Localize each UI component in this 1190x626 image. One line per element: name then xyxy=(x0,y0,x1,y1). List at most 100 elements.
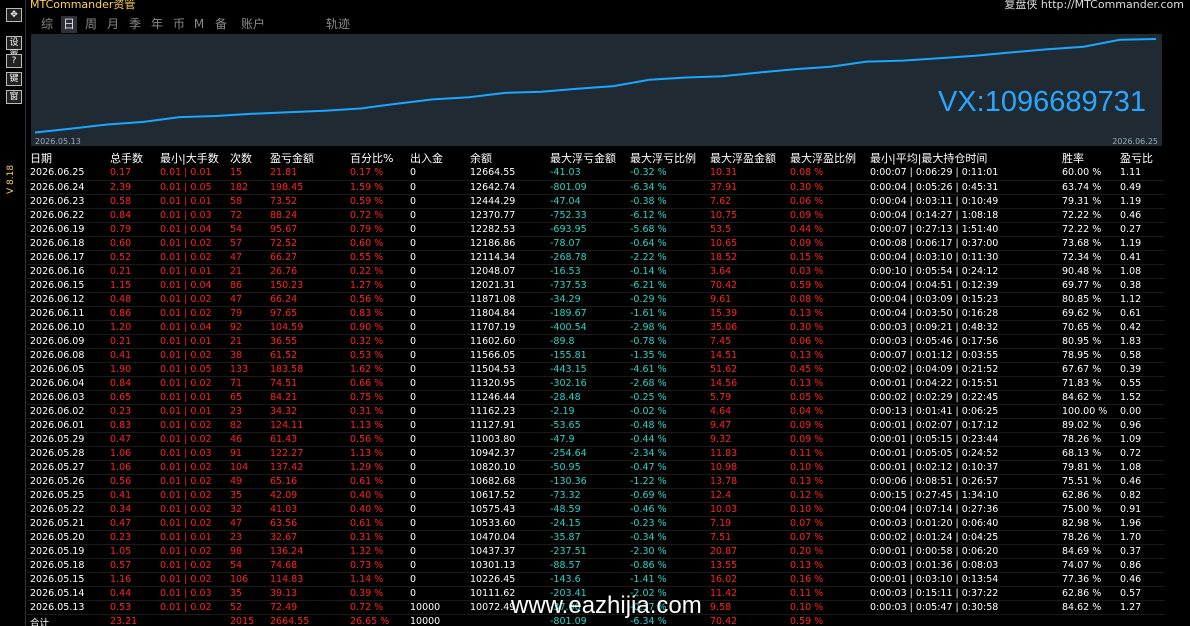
cell-0: 2026.06.24 xyxy=(27,180,107,195)
cell-13: 62.86 % xyxy=(1059,488,1117,503)
cell-4: 74.51 xyxy=(267,376,347,391)
cell-13: 80.95 % xyxy=(1059,334,1117,349)
tab-5[interactable]: 年 xyxy=(149,16,165,33)
cell-14: 1.12 xyxy=(1117,292,1165,307)
cell-9: -0.02 % xyxy=(627,404,707,419)
cell-8: -48.59 xyxy=(547,502,627,517)
cell-5: 1.59 % xyxy=(347,180,407,195)
table-row[interactable]: 2026.05.21 0.47 0.01 | 0.02 47 63.56 0.61 % 0 1… xyxy=(27,516,1165,531)
table-row[interactable]: 2026.06.17 0.52 0.01 | 0.02 47 66.27 0.55 % 0 1… xyxy=(27,250,1165,265)
cell-5: 0.73 % xyxy=(347,558,407,573)
table-row[interactable]: 2026.05.26 0.56 0.01 | 0.02 49 65.16 0.61 % 0 1… xyxy=(27,474,1165,489)
cell-4: 41.03 xyxy=(267,502,347,517)
title-bar: MTCommander资管 复盘侠 http://MTCommander.com xyxy=(27,0,1190,12)
table-row[interactable]: 2026.06.02 0.23 0.01 | 0.01 23 34.32 0.31 % 0 1… xyxy=(27,404,1165,419)
tab-2[interactable]: 周 xyxy=(83,16,99,33)
tab-9[interactable]: 账户 xyxy=(239,16,267,33)
cell-6: 10000 xyxy=(407,600,467,615)
cell-13: 74.07 % xyxy=(1059,558,1117,573)
cell-7: 11871.08 xyxy=(467,292,547,307)
table-row[interactable]: 2026.06.16 0.21 0.01 | 0.01 21 26.76 0.22 % 0 1… xyxy=(27,264,1165,279)
cell-2: 0.01 | 0.02 xyxy=(157,348,227,363)
keyboard-icon[interactable]: 键 xyxy=(6,72,22,86)
move-icon[interactable]: ✥ xyxy=(6,8,22,22)
table-row[interactable]: 2026.05.19 1.05 0.01 | 0.02 98 136.24 1.32 % 0… xyxy=(27,544,1165,559)
cell-14: 0.55 xyxy=(1117,376,1165,391)
cell-0: 2026.05.18 xyxy=(27,558,107,573)
cell-7: 12282.53 xyxy=(467,222,547,237)
cell-10: 9.58 xyxy=(707,600,787,615)
cell-6: 0 xyxy=(407,348,467,363)
cell-5: 0.40 % xyxy=(347,488,407,503)
table-row[interactable]: 2026.06.05 1.90 0.01 | 0.05 133 183.58 1.62 %… xyxy=(27,362,1165,377)
table-row[interactable]: 2026.06.15 1.15 0.01 | 0.04 86 150.23 1.27 % 0… xyxy=(27,278,1165,293)
cell-1: 1.06 xyxy=(107,446,157,461)
cell-12: 0:00:07 | 0:01:12 | 0:03:55 xyxy=(867,348,1059,363)
cell-0: 2026.06.16 xyxy=(27,264,107,279)
cell-12: 0:00:04 | 0:07:14 | 0:27:36 xyxy=(867,502,1059,517)
cell-14: 0.96 xyxy=(1117,418,1165,433)
cell-5: 0.66 % xyxy=(347,376,407,391)
table-row[interactable]: 2026.05.18 0.57 0.01 | 0.02 54 74.68 0.73 % 0 1… xyxy=(27,558,1165,573)
table-row[interactable]: 2026.06.09 0.21 0.01 | 0.01 21 36.55 0.32 % 0 1… xyxy=(27,334,1165,349)
table-row[interactable]: 2026.05.25 0.41 0.01 | 0.02 35 42.09 0.40 % 0 1… xyxy=(27,488,1165,503)
table-row[interactable]: 2026.05.15 1.16 0.01 | 0.02 106 114.83 1.14 %… xyxy=(27,572,1165,587)
tab-1[interactable]: 日 xyxy=(61,16,77,33)
cell-7: 10226.45 xyxy=(467,572,547,587)
left-toolbar: ✥ 设置 ? 键 窗 V 8.18 xyxy=(0,0,26,626)
table-row[interactable]: 2026.06.12 0.48 0.01 | 0.02 47 66.24 0.56 % 0 1… xyxy=(27,292,1165,307)
tab-8[interactable]: 备 xyxy=(213,16,229,33)
table-row[interactable]: 2026.06.23 0.58 0.01 | 0.01 58 73.52 0.59 % 0 1… xyxy=(27,194,1165,209)
table-row[interactable]: 2026.05.28 1.06 0.01 | 0.03 91 122.27 1.13 % 0… xyxy=(27,446,1165,461)
table-row[interactable]: 2026.06.11 0.86 0.01 | 0.02 79 97.65 0.83 % 0 1… xyxy=(27,306,1165,321)
cell-3: 21 xyxy=(227,264,267,279)
cell-1: 0.58 xyxy=(107,194,157,209)
cell-13: 75.51 % xyxy=(1059,474,1117,489)
app-link[interactable]: 复盘侠 http://MTCommander.com xyxy=(1004,0,1184,12)
cell-0: 2026.05.25 xyxy=(27,488,107,503)
cell-12: 0:00:08 | 0:06:17 | 0:37:00 xyxy=(867,236,1059,251)
cell-6: 0 xyxy=(407,404,467,419)
table-row[interactable]: 2026.06.04 0.84 0.01 | 0.02 71 74.51 0.66 % 0 1… xyxy=(27,376,1165,391)
table-row[interactable]: 2026.05.27 1.06 0.01 | 0.02 104 137.42 1.29 %… xyxy=(27,460,1165,475)
window-icon[interactable]: 窗 xyxy=(6,90,22,104)
table-row[interactable]: 2026.06.25 0.17 0.01 | 0.01 15 21.81 0.17 % 0 1… xyxy=(27,166,1165,181)
tab-0[interactable]: 综 xyxy=(39,16,55,33)
cell-14: 1.19 xyxy=(1117,236,1165,251)
table-row[interactable]: 2026.06.03 0.65 0.01 | 0.01 65 84.21 0.75 % 0 1… xyxy=(27,390,1165,405)
cell-5: 0.61 % xyxy=(347,474,407,489)
cell-0: 2026.06.01 xyxy=(27,418,107,433)
cell-7: 12664.55 xyxy=(467,166,547,181)
cell-1: 0.52 xyxy=(107,250,157,265)
cell-6: 0 xyxy=(407,530,467,545)
table-row[interactable]: 2026.06.08 0.41 0.01 | 0.02 38 61.52 0.53 % 0 1… xyxy=(27,348,1165,363)
table-row[interactable]: 2026.06.01 0.83 0.01 | 0.02 82 124.11 1.13 % 0… xyxy=(27,418,1165,433)
tab-3[interactable]: 月 xyxy=(105,16,121,33)
cell-10: 3.64 xyxy=(707,264,787,279)
cell-10: 9.47 xyxy=(707,418,787,433)
table-row[interactable]: 2026.06.24 2.39 0.01 | 0.05 182 198.45 1.59 %… xyxy=(27,180,1165,195)
cell-2: 0.01 | 0.02 xyxy=(157,502,227,517)
table-row[interactable]: 2026.05.20 0.23 0.01 | 0.01 23 32.67 0.31 % 0 1… xyxy=(27,530,1165,545)
tab-10[interactable]: 轨迹 xyxy=(323,16,353,33)
cell-3: 91 xyxy=(227,446,267,461)
table-row[interactable]: 2026.06.10 1.20 0.01 | 0.04 92 104.59 0.90 % 0… xyxy=(27,320,1165,335)
table-row[interactable]: 2026.06.19 0.79 0.01 | 0.04 54 95.67 0.79 % 0 1… xyxy=(27,222,1165,237)
table-row[interactable]: 2026.05.29 0.47 0.01 | 0.02 46 61.43 0.56 % 0 1… xyxy=(27,432,1165,447)
tab-7[interactable]: M xyxy=(193,16,205,33)
cell-8: -88.57 xyxy=(547,558,627,573)
table-row[interactable]: 2026.06.18 0.60 0.01 | 0.02 57 72.52 0.60 % 0 1… xyxy=(27,236,1165,251)
cell-12: 0:00:03 | 0:01:36 | 0:08:03 xyxy=(867,558,1059,573)
cell-7: 12642.74 xyxy=(467,180,547,195)
cell-13: 77.36 % xyxy=(1059,572,1117,587)
cell-0: 2026.05.22 xyxy=(27,502,107,517)
cell-4: 84.21 xyxy=(267,390,347,405)
cell-3: 71 xyxy=(227,376,267,391)
settings-icon[interactable]: 设置 xyxy=(6,36,22,60)
help-icon[interactable]: ? xyxy=(6,54,22,68)
tab-4[interactable]: 季 xyxy=(127,16,143,33)
tab-6[interactable]: 币 xyxy=(171,16,187,33)
table-row[interactable]: 2026.06.22 0.84 0.01 | 0.03 72 88.24 0.72 % 0 1… xyxy=(27,208,1165,223)
cell-6: 0 xyxy=(407,432,467,447)
table-row[interactable]: 2026.05.22 0.34 0.01 | 0.02 32 41.03 0.40 % 0 1… xyxy=(27,502,1165,517)
